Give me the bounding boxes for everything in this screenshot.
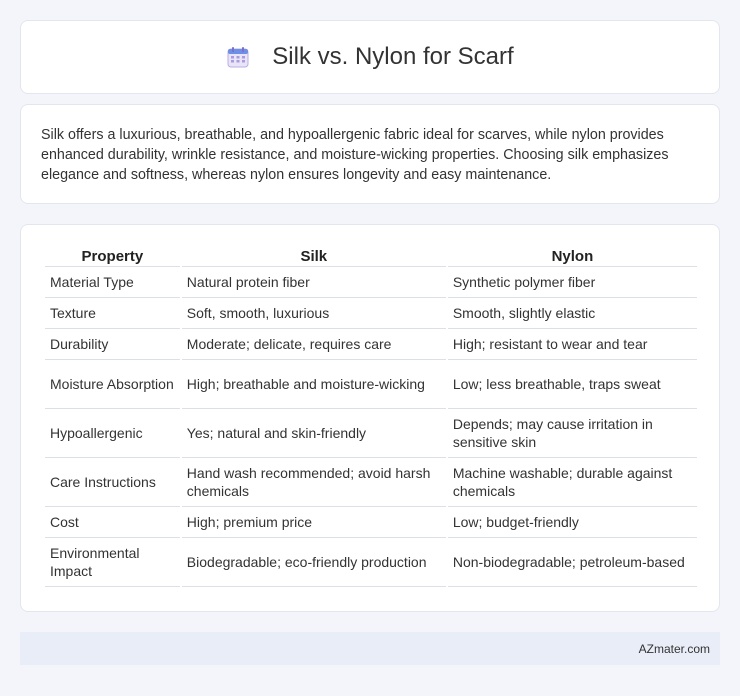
silk-cell: High; premium price xyxy=(181,507,446,538)
comparison-table: Property Silk Nylon Material Type Natura… xyxy=(43,245,699,587)
property-cell: Moisture Absorption xyxy=(45,360,180,409)
silk-cell: Yes; natural and skin-friendly xyxy=(181,409,446,458)
footer-site-link[interactable]: AZmater.com xyxy=(639,642,710,656)
property-cell: Texture xyxy=(45,298,180,329)
nylon-cell: Low; less breathable, traps sweat xyxy=(447,360,697,409)
title-wrap: Silk vs. Nylon for Scarf xyxy=(226,43,514,71)
silk-cell: High; breathable and moisture-wicking xyxy=(181,360,446,409)
nylon-cell: Machine washable; durable against chemic… xyxy=(447,458,697,507)
table-row: Hypoallergenic Yes; natural and skin-fri… xyxy=(45,409,697,458)
property-cell: Hypoallergenic xyxy=(45,409,180,458)
nylon-cell: High; resistant to wear and tear xyxy=(447,329,697,360)
header-property: Property xyxy=(45,245,180,267)
calendar-icon xyxy=(226,45,250,69)
table-row: Moisture Absorption High; breathable and… xyxy=(45,360,697,409)
nylon-cell: Low; budget-friendly xyxy=(447,507,697,538)
silk-cell: Moderate; delicate, requires care xyxy=(181,329,446,360)
property-cell: Care Instructions xyxy=(45,458,180,507)
page-title: Silk vs. Nylon for Scarf xyxy=(272,43,514,70)
silk-cell: Hand wash recommended; avoid harsh chemi… xyxy=(181,458,446,507)
intro-text: Silk offers a luxurious, breathable, and… xyxy=(41,127,669,183)
nylon-cell: Synthetic polymer fiber xyxy=(447,267,697,298)
silk-cell: Biodegradable; eco-friendly production xyxy=(181,538,446,587)
property-cell: Cost xyxy=(45,507,180,538)
table-row: Environmental Impact Biodegradable; eco-… xyxy=(45,538,697,587)
silk-cell: Natural protein fiber xyxy=(181,267,446,298)
table-row: Texture Soft, smooth, luxurious Smooth, … xyxy=(45,298,697,329)
property-cell: Durability xyxy=(45,329,180,360)
silk-cell: Soft, smooth, luxurious xyxy=(181,298,446,329)
nylon-cell: Depends; may cause irritation in sensiti… xyxy=(447,409,697,458)
table-row: Material Type Natural protein fiber Synt… xyxy=(45,267,697,298)
title-card: Silk vs. Nylon for Scarf xyxy=(20,20,720,94)
table-row: Cost High; premium price Low; budget-fri… xyxy=(45,507,697,538)
property-cell: Material Type xyxy=(45,267,180,298)
header-nylon: Nylon xyxy=(447,245,697,267)
footer: AZmater.com xyxy=(20,632,720,665)
table-header-row: Property Silk Nylon xyxy=(45,245,697,267)
property-cell: Environmental Impact xyxy=(45,538,180,587)
table-row: Care Instructions Hand wash recommended;… xyxy=(45,458,697,507)
nylon-cell: Non-biodegradable; petroleum-based xyxy=(447,538,697,587)
intro-card: Silk offers a luxurious, breathable, and… xyxy=(20,104,720,204)
nylon-cell: Smooth, slightly elastic xyxy=(447,298,697,329)
comparison-card: Property Silk Nylon Material Type Natura… xyxy=(20,224,720,612)
header-silk: Silk xyxy=(181,245,446,267)
table-row: Durability Moderate; delicate, requires … xyxy=(45,329,697,360)
